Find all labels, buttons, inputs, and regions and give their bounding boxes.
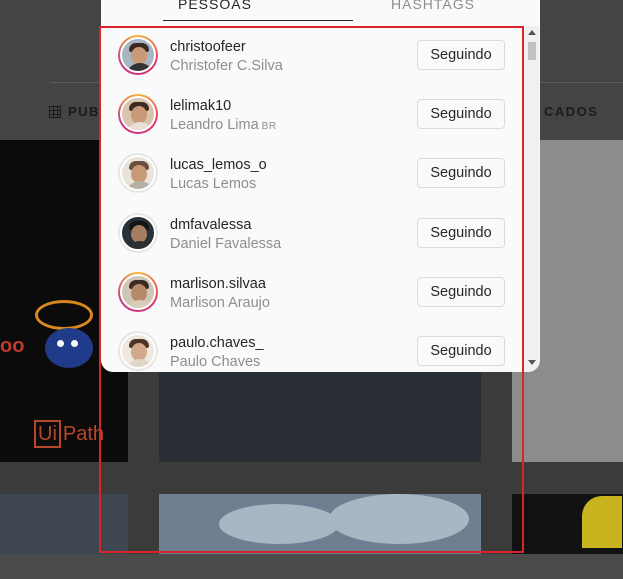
- instagram-following-screen: { "background": { "tabs": { "posts_parti…: [0, 0, 623, 579]
- cartoon-character: [45, 328, 93, 368]
- active-tab-indicator: [163, 20, 353, 21]
- tab-hashtags[interactable]: HASHTAGS: [391, 0, 475, 12]
- annotation-highlight-box: [99, 26, 524, 553]
- tab-tagged[interactable]: CADOS: [544, 104, 598, 119]
- page-bottom: [0, 554, 623, 579]
- yellow-graphic: [582, 496, 622, 548]
- graphic-text-fragment: oo: [0, 335, 25, 357]
- modal-tabs: PESSOAS HASHTAGS: [163, 0, 540, 26]
- scroll-down-arrow-icon[interactable]: [528, 360, 536, 365]
- scroll-up-arrow-icon[interactable]: [528, 30, 536, 35]
- cartoon-graphic: [35, 300, 93, 330]
- grid-icon: [49, 106, 61, 118]
- scrollbar[interactable]: [525, 26, 539, 372]
- post-thumbnail[interactable]: [512, 494, 623, 554]
- scrollbar-thumb[interactable]: [528, 42, 536, 60]
- tab-people[interactable]: PESSOAS: [178, 0, 252, 12]
